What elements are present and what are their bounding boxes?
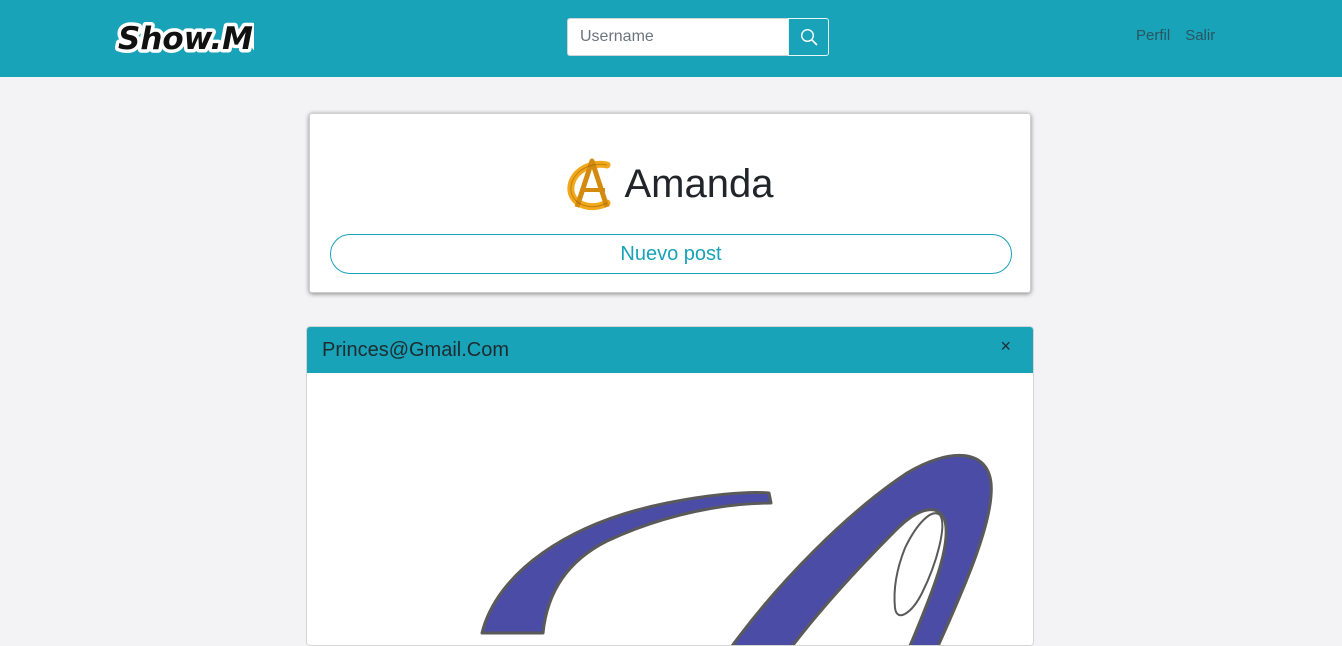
search-input[interactable] [567,18,788,56]
profile-header: Amanda [310,154,1030,214]
post-header: Princes@Gmail.Com × [307,327,1033,373]
post-card: Princes@Gmail.Com × [306,326,1034,646]
search-icon [800,28,817,46]
search-form [567,18,829,56]
search-button[interactable] [788,18,829,56]
profile-name: Amanda [624,162,774,206]
post-author: Princes@Gmail.Com [322,339,510,361]
post-image [307,373,1033,645]
close-icon[interactable]: × [1000,337,1011,355]
nav-link-perfil[interactable]: Perfil [1136,27,1170,44]
logo[interactable]: Show.Me Show.Me [114,14,255,61]
nav-link-salir[interactable]: Salir [1185,27,1215,44]
navbar: Show.Me Show.Me Perfil Salir [0,0,1342,77]
new-post-button[interactable]: Nuevo post [330,234,1012,274]
profile-card: Amanda Nuevo post [309,113,1031,293]
nav-links: Perfil Salir [1136,27,1215,44]
svg-text:Show.Me: Show.Me [118,21,254,57]
avatar [566,158,610,210]
